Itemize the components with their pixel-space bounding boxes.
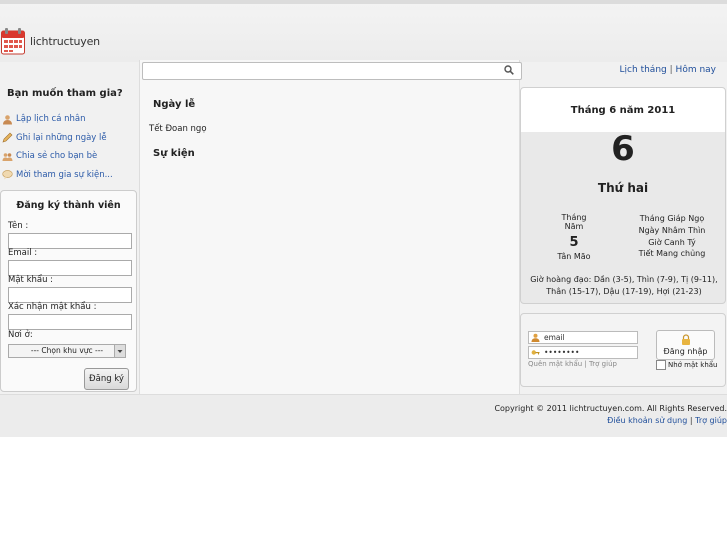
login-button[interactable]: Đăng nhập [656,330,715,360]
password-label: Mật khẩu : [8,275,54,285]
sidebar-links: Lập lịch cá nhân Ghi lại những ngày lễ C… [2,110,113,184]
lunar-date: Tháng Năm 5 Tân Mão [554,213,594,261]
email-field[interactable] [8,260,132,276]
sidebar-link-label: Chia sẻ cho bạn bè [16,151,98,162]
sidebar-link-label: Mời tham gia sự kiện... [16,169,113,180]
footer-help-link[interactable]: Trợ giúp [695,416,727,425]
can-chi-hour: Giờ Canh Tý [648,237,696,247]
calendar-day: 6 [611,129,635,169]
login-box: email •••••••• Quên mật khẩu | Trợ giúp … [520,313,726,387]
chevron-down-icon [114,345,125,357]
sidebar-link-label: Lập lịch cá nhân [16,114,86,125]
footer-links: Điều khoản sử dụng | Trợ giúp [607,416,727,425]
user-icon [531,333,540,342]
today-link[interactable]: Hôm nay [676,65,716,75]
sidebar-link-label: Ghi lại những ngày lễ [16,132,107,143]
good-hours: Giờ hoàng đạo: Dần (3-5), Thìn (7-9), Tị… [529,274,719,298]
login-button-label: Đăng nhập [663,347,708,356]
month-link[interactable]: Lịch tháng [620,65,667,75]
calendar-weekday: Thứ hai [597,181,649,195]
help-link[interactable]: Trợ giúp [589,360,617,368]
lunar-day: 5 [569,235,579,250]
content-panel [139,60,520,394]
events-heading: Sự kiện [153,148,195,159]
sidebar-title: Bạn muốn tham gia? [7,88,123,99]
good-hours-line-1: Giờ hoàng đạo: Dần (3-5), Thìn (7-9), Tị… [530,275,718,284]
separator: | [669,65,673,75]
chat-icon [2,169,13,180]
key-icon [531,348,540,357]
email-label: Email : [8,248,38,258]
separator: | [584,360,587,368]
lunar-year: Tân Mão [557,252,591,261]
remember-me[interactable]: Nhớ mật khẩu [656,360,717,370]
confirm-password-field[interactable] [8,314,132,330]
can-chi-month: Tháng Giáp Ngọ [639,214,705,223]
sidebar-link-share[interactable]: Chia sẻ cho bạn bè [2,147,113,166]
holiday-item[interactable]: Tết Đoan ngọ [149,124,207,134]
search-input[interactable] [142,62,522,80]
register-box: Đăng ký thành viên Tên : Email : Mật khẩ… [0,190,137,392]
lunar-month-label: Tháng Năm [561,213,587,231]
calendar-widget: Tháng 6 năm 2011 6 Thứ hai Tháng Năm 5 T… [520,87,726,304]
pencil-icon [2,132,13,143]
register-button[interactable]: Đăng ký [84,368,129,390]
calendar-logo-icon [1,27,25,55]
separator: | [689,416,693,425]
header [0,4,727,62]
search-bar [142,62,522,80]
logo[interactable]: lichtructuyen [1,27,100,55]
password-field[interactable] [8,287,132,303]
remember-label: Nhớ mật khẩu [668,361,718,369]
login-email-field[interactable]: email [528,331,638,344]
user-icon [2,114,13,125]
terms-link[interactable]: Điều khoản sử dụng [607,416,687,425]
good-hours-line-2: Thân (15-17), Dậu (17-19), Hợi (21-23) [546,287,702,296]
copyright: Copyright © 2011 lichtructuyen.com. All … [494,404,727,413]
location-selected-value: --- Chọn khu vực --- [30,346,104,355]
top-links: Lịch tháng | Hôm nay [520,65,716,75]
users-icon [2,151,13,162]
login-email-value: email [544,333,565,342]
confirm-password-label: Xác nhận mật khẩu : [8,302,97,312]
lock-icon [657,334,714,347]
can-chi-day: Ngày Nhâm Thìn [638,225,706,235]
search-icon[interactable] [504,65,514,78]
solar-term: Tiết Mang chủng [638,249,706,259]
register-title: Đăng ký thành viên [16,200,121,211]
holidays-heading: Ngày lễ [153,99,196,110]
logo-text: lichtructuyen [30,34,100,48]
calendar-month-year: Tháng 6 năm 2011 [570,105,676,116]
can-chi-info: Tháng Giáp Ngọ Ngày Nhâm Thìn Giờ Canh T… [629,213,715,260]
forgot-password-link[interactable]: Quên mật khẩu [528,360,582,368]
location-label: Nơi ở: [8,330,33,340]
remember-checkbox[interactable] [656,360,666,370]
sidebar-link-personal[interactable]: Lập lịch cá nhân [2,110,113,129]
login-password-field[interactable]: •••••••• [528,346,638,359]
name-field[interactable] [8,233,132,249]
login-password-value: •••••••• [544,348,580,357]
name-label: Tên : [8,221,29,231]
sidebar-link-holidays[interactable]: Ghi lại những ngày lễ [2,129,113,148]
sidebar-link-invite[interactable]: Mời tham gia sự kiện... [2,166,113,185]
login-links: Quên mật khẩu | Trợ giúp [528,360,617,368]
footer: Copyright © 2011 lichtructuyen.com. All … [0,394,727,437]
location-select[interactable]: --- Chọn khu vực --- [8,344,126,358]
